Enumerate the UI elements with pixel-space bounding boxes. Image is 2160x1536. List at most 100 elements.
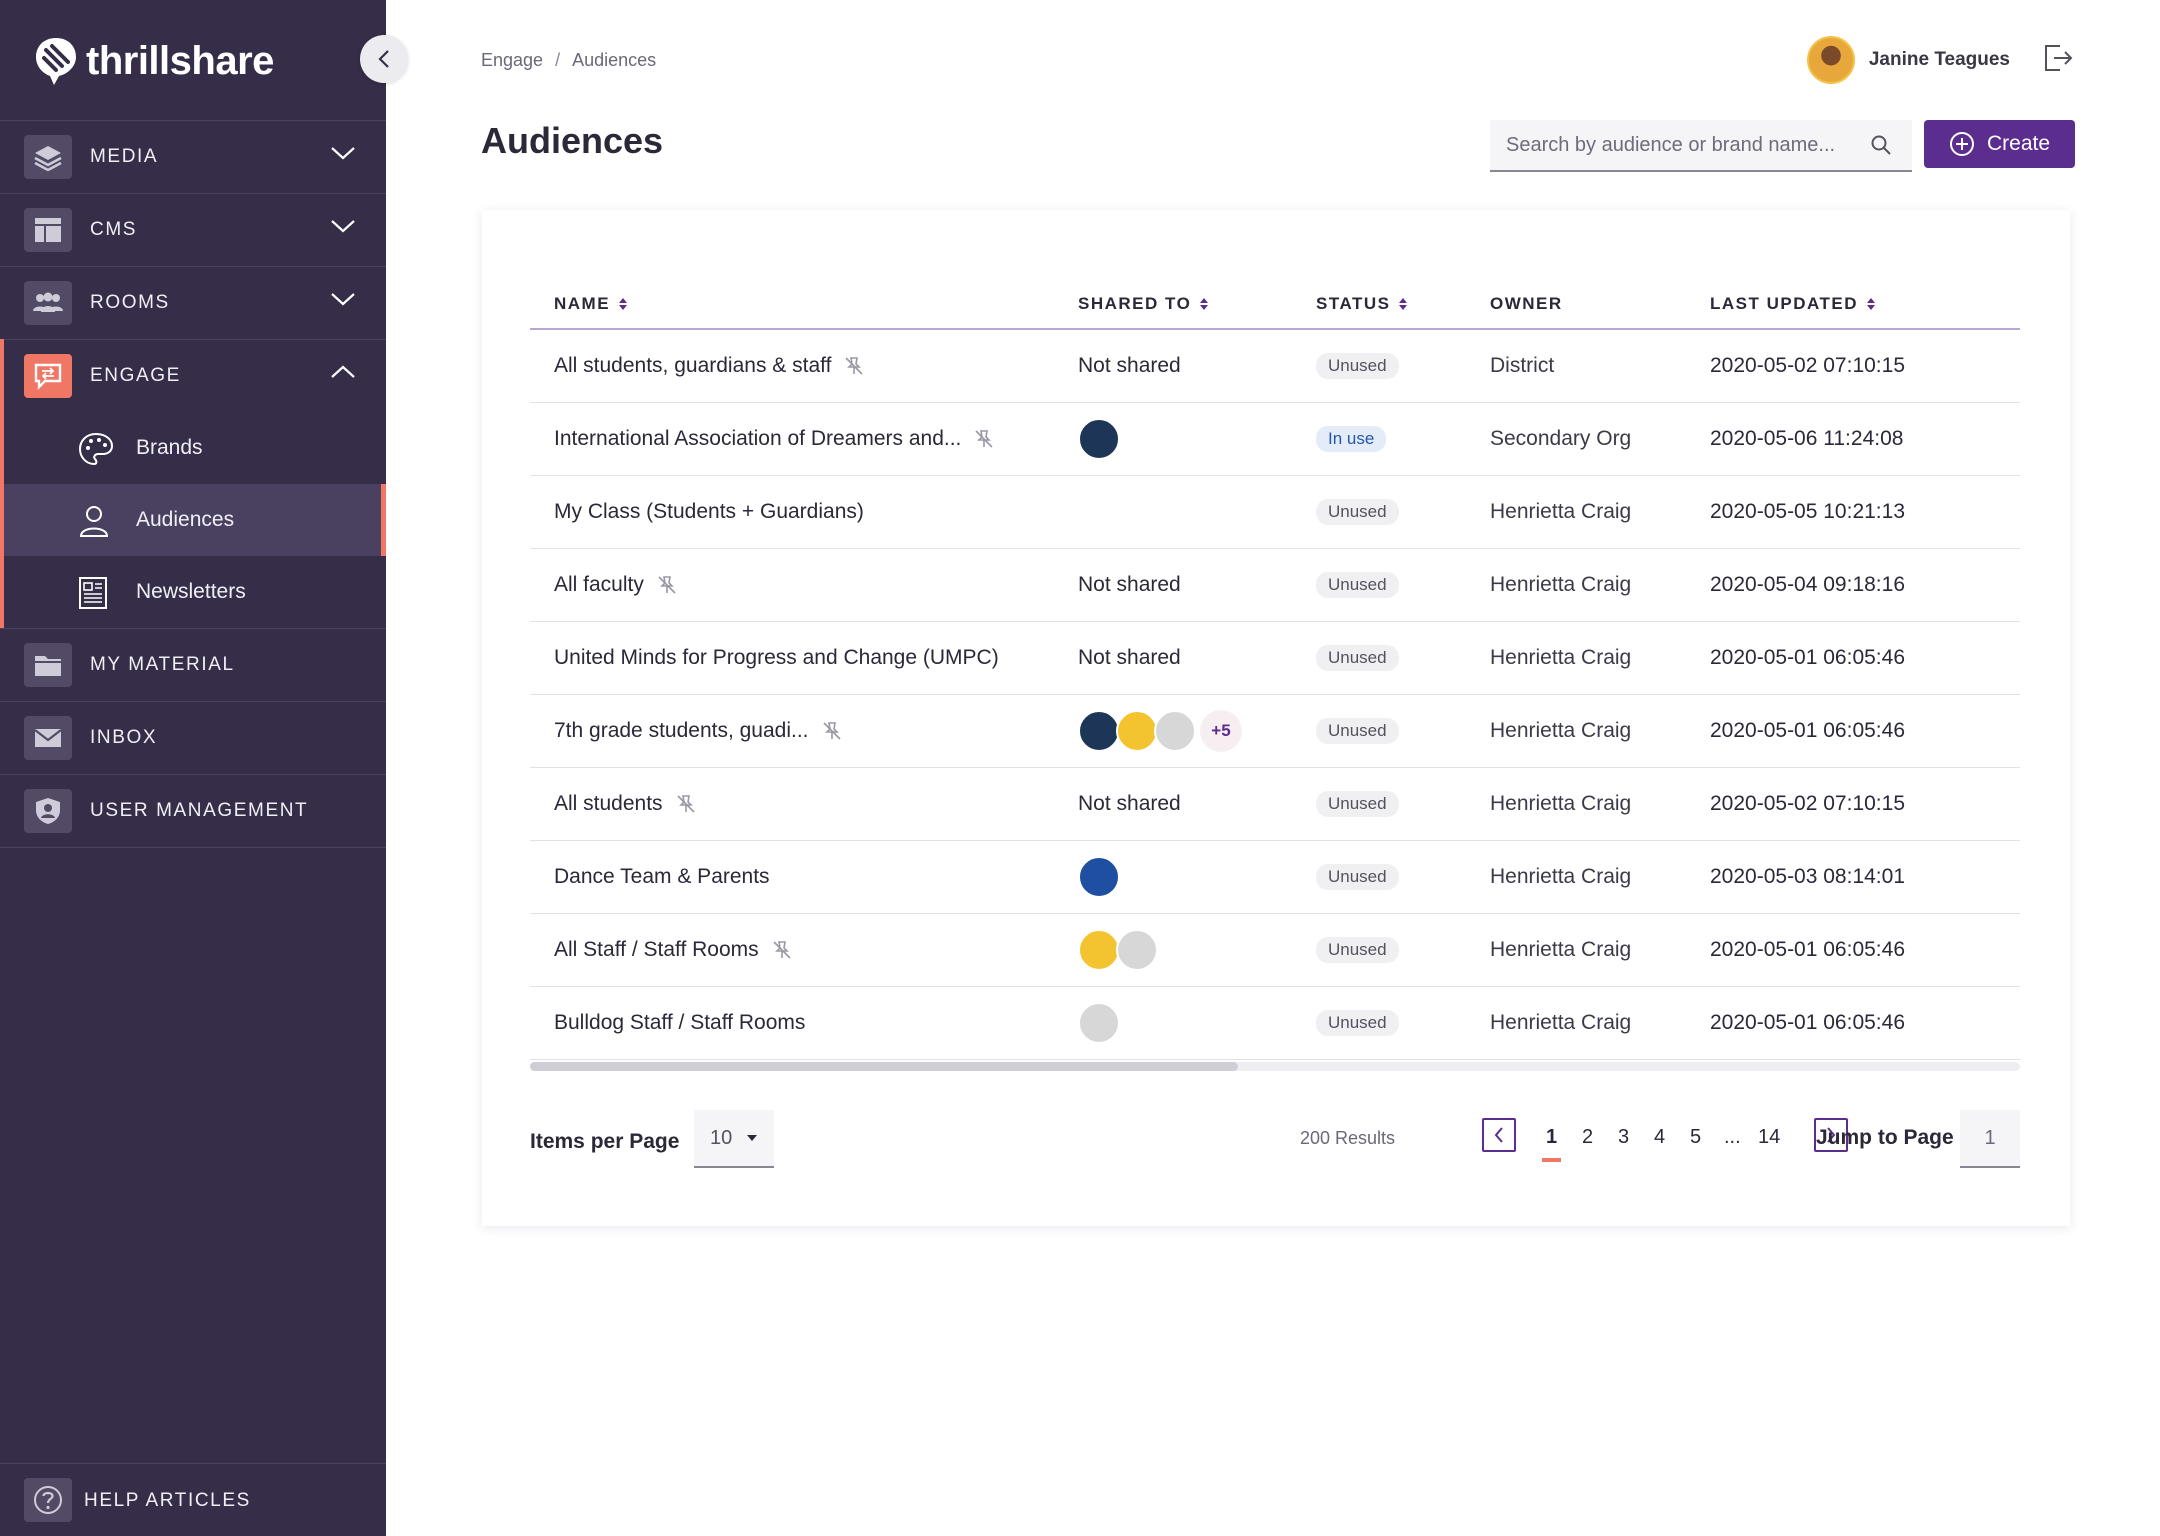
sidebar-subitem-newsletters[interactable]: Newsletters [4,556,386,628]
brand-logos [1078,856,1120,898]
table-row[interactable]: All students, guardians & staff Not shar… [530,330,2020,403]
jump-to-page-input[interactable]: 1 [1960,1110,2020,1168]
sidebar-item-rooms[interactable]: ROOMS [0,266,386,339]
brand-logo[interactable] [1116,710,1158,752]
breadcrumb-parent-link[interactable]: Engage [481,50,543,70]
brand-logo[interactable] [1078,710,1120,752]
column-header-label: SHARED TO [1078,294,1192,313]
page-number[interactable]: 14 [1758,1126,1780,1149]
sidebar-item-label: ROOMS [90,292,170,313]
audience-name[interactable]: Dance Team & Parents [554,865,770,889]
audience-name[interactable]: All Staff / Staff Rooms [554,938,759,962]
table-row[interactable]: United Minds for Progress and Change (UM… [530,622,2020,695]
user-menu[interactable]: Janine Teagues [1806,36,2010,84]
brand-logos [1078,491,1120,533]
column-header-label: NAME [554,294,611,313]
pin-off-icon[interactable] [771,939,793,961]
prev-page-button[interactable] [1482,1118,1516,1152]
audience-name[interactable]: Bulldog Staff / Staff Rooms [554,1011,805,1035]
sidebar-subitem-brands[interactable]: Brands [4,412,386,484]
brand-logo[interactable] [1154,710,1196,752]
audience-name[interactable]: All students [554,792,663,816]
updated-cell: 2020-05-01 06:05:46 [1710,1011,1905,1034]
app-logo[interactable]: thrillshare [34,34,274,88]
sidebar-subitem-audiences[interactable]: Audiences [4,484,386,556]
sidebar-item-media[interactable]: MEDIA [0,120,386,193]
status-cell: Unused [1316,914,1399,986]
page-number[interactable]: 2 [1582,1126,1593,1149]
audience-name[interactable]: My Class (Students + Guardians) [554,500,864,524]
sidebar-item-cms[interactable]: CMS [0,193,386,266]
shared-cell: +5 [1078,695,1242,767]
pin-off-icon[interactable] [973,428,995,450]
page-number[interactable]: 3 [1618,1126,1629,1149]
owner-cell: Secondary Org [1490,427,1632,450]
table-row[interactable]: Bulldog Staff / Staff Rooms Unused Henri… [530,987,2020,1060]
column-header-status[interactable]: STATUS [1316,294,1408,314]
updated-cell: 2020-05-05 10:21:13 [1710,500,1905,523]
column-header-shared[interactable]: SHARED TO [1078,294,1209,314]
sidebar-item-my-material[interactable]: MY MATERIAL [0,628,386,701]
brand-logos [1078,929,1158,971]
shared-cell [1078,987,1120,1059]
sort-icon [619,298,628,310]
table-row[interactable]: All Staff / Staff Rooms Unused Henrietta… [530,914,2020,987]
name-cell: All Staff / Staff Rooms [554,914,793,986]
pin-off-icon[interactable] [843,355,865,377]
collapse-sidebar-button[interactable] [360,35,408,83]
audience-name[interactable]: All students, guardians & staff [554,354,831,378]
avatar [1806,36,1855,84]
brand-logo[interactable] [1078,418,1120,460]
updated-cell: 2020-05-02 07:10:15 [1710,354,1905,377]
audience-name[interactable]: All faculty [554,573,644,597]
brand-logo[interactable] [1078,1002,1120,1044]
name-cell: All faculty [554,549,678,621]
status-badge: Unused [1316,791,1399,817]
brand-logo[interactable] [1116,929,1158,971]
table-row[interactable]: 7th grade students, guadi... +5 Unused H… [530,695,2020,768]
status-cell: Unused [1316,841,1399,913]
pin-off-icon[interactable] [821,720,843,742]
items-per-page-label: Items per Page [530,1130,680,1153]
brand-logo[interactable] [1078,856,1120,898]
status-cell: In use [1316,403,1387,475]
audience-name[interactable]: International Association of Dreamers an… [554,427,961,451]
sidebar-item-engage[interactable]: ENGAGE [4,339,386,412]
table-row[interactable]: All students Not shared Unused Henrietta… [530,768,2020,841]
logout-icon[interactable] [2042,42,2074,74]
page-number[interactable]: 4 [1654,1126,1665,1149]
horizontal-scrollbar[interactable] [530,1062,2020,1071]
search-input[interactable] [1490,120,1882,170]
page-number[interactable]: 5 [1690,1126,1701,1149]
status-badge: Unused [1316,1010,1399,1036]
owner-cell: Henrietta Craig [1490,500,1632,523]
column-header-name[interactable]: NAME [554,294,628,314]
brand-logo[interactable] [1078,491,1120,533]
sidebar-subitem-label: Newsletters [136,580,246,603]
scrollbar-thumb[interactable] [530,1062,1238,1071]
brand-logo[interactable] [1078,929,1120,971]
sidebar-item-inbox[interactable]: INBOX [0,701,386,774]
palette-icon [78,432,114,466]
status-cell: Unused [1316,695,1399,767]
column-header-updated[interactable]: LAST UPDATED [1710,294,1876,314]
pin-off-icon[interactable] [675,793,697,815]
create-button[interactable]: Create [1924,120,2075,168]
status-badge: Unused [1316,353,1399,379]
page-number[interactable]: 1 [1541,1126,1562,1162]
more-brands-badge[interactable]: +5 [1200,710,1242,752]
items-per-page-select[interactable]: 10 [694,1110,774,1168]
table-row[interactable]: Dance Team & Parents Unused Henrietta Cr… [530,841,2020,914]
search-icon[interactable] [1870,134,1892,156]
table-row[interactable]: My Class (Students + Guardians) Unused H… [530,476,2020,549]
sidebar-subitem-label: Audiences [136,508,235,531]
table-row[interactable]: International Association of Dreamers an… [530,403,2020,476]
pin-off-icon[interactable] [656,574,678,596]
table-row[interactable]: All faculty Not shared Unused Henrietta … [530,549,2020,622]
brand-logos: +5 [1078,710,1242,752]
audience-name[interactable]: United Minds for Progress and Change (UM… [554,646,999,670]
help-articles-link[interactable]: HELP ARTICLES [0,1463,386,1536]
audience-name[interactable]: 7th grade students, guadi... [554,719,809,743]
sidebar-item-user-management[interactable]: USER MANAGEMENT [0,774,386,848]
status-cell: Unused [1316,622,1399,694]
